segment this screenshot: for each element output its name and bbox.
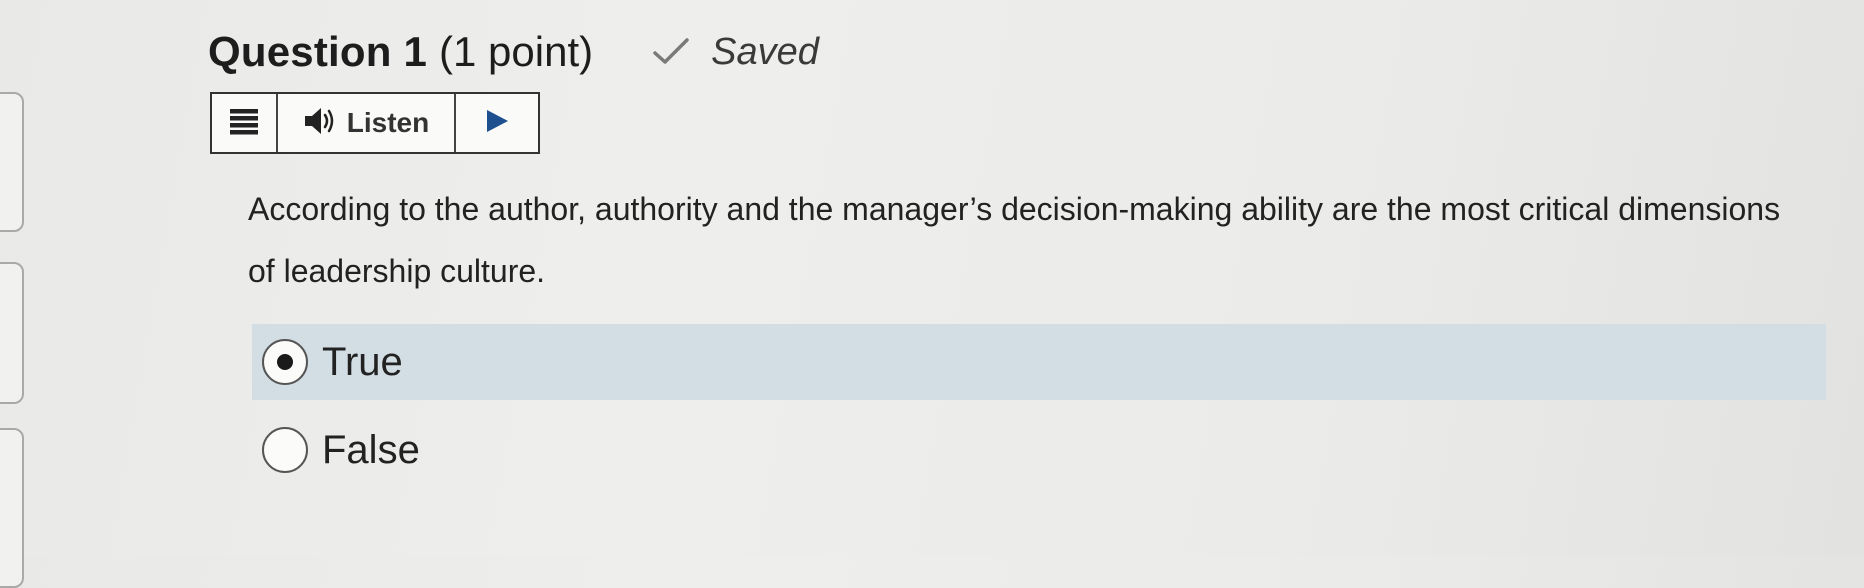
adjacent-panel-card (0, 262, 24, 404)
listen-button[interactable]: Listen (278, 94, 456, 152)
listen-toolbar: Listen (210, 92, 540, 154)
menu-icon (229, 107, 259, 140)
listen-label: Listen (346, 107, 430, 138)
question-title: Question 1 (208, 28, 428, 75)
radio-selected-dot (277, 354, 293, 370)
question-header: Question 1 (1 point) Saved (208, 22, 819, 82)
option-label: True (322, 339, 403, 384)
radio-true[interactable] (262, 339, 308, 385)
option-label: False (322, 427, 420, 472)
play-button[interactable] (456, 94, 538, 152)
question-text: According to the author, authority and t… (248, 191, 1781, 289)
option-true[interactable]: True (252, 324, 1826, 400)
adjacent-panel-card (0, 428, 24, 588)
speaker-icon (303, 106, 337, 141)
saved-label: Saved (711, 30, 819, 73)
adjacent-panel-card (0, 92, 24, 232)
check-icon (651, 36, 691, 68)
play-icon (484, 108, 510, 139)
radio-false[interactable] (262, 427, 308, 473)
saved-status: Saved (651, 31, 819, 74)
listen-menu-button[interactable] (212, 94, 278, 152)
option-false[interactable]: False (252, 412, 1826, 488)
question-points: (1 point) (439, 28, 594, 75)
